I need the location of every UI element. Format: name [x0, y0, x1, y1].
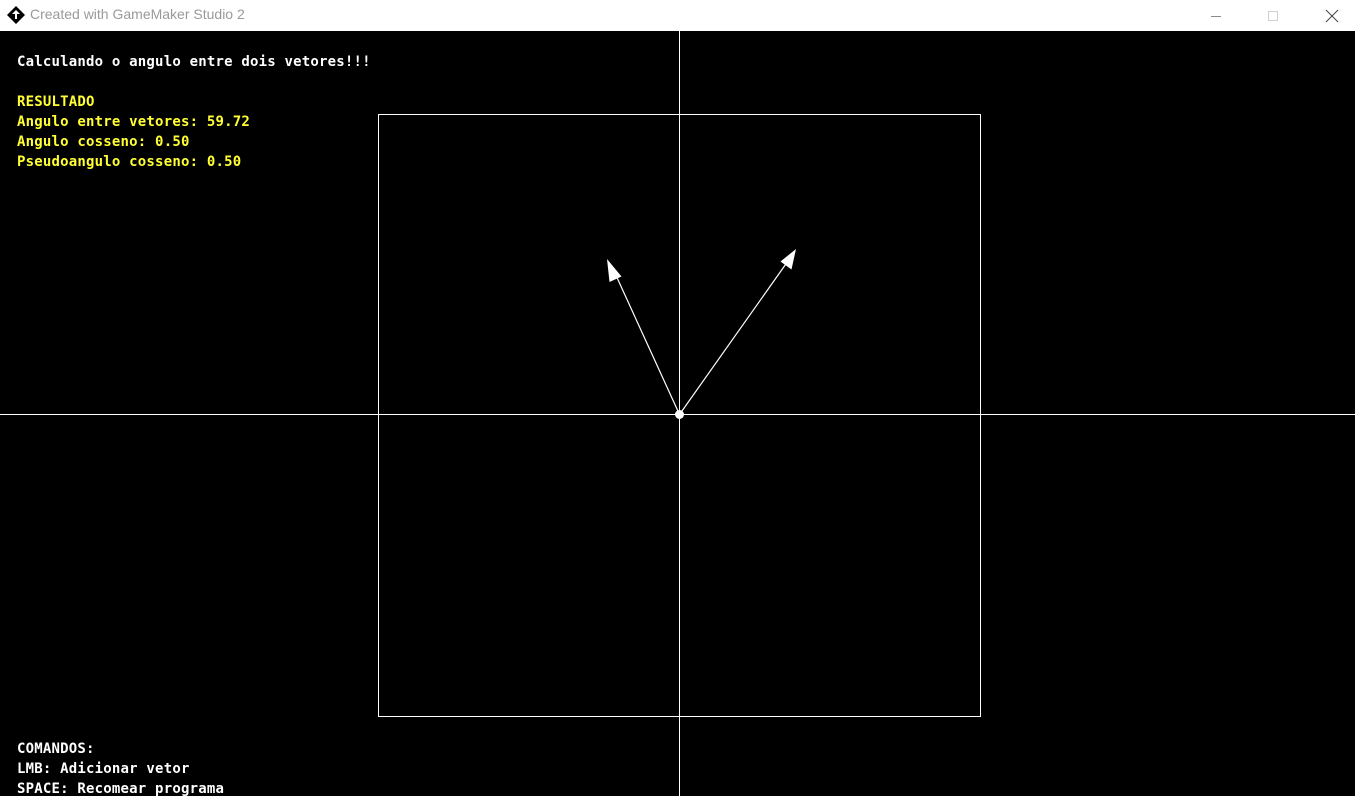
- commands-title: COMANDOS:: [17, 741, 95, 757]
- close-icon: [1325, 9, 1339, 23]
- heading-text: Calculando o angulo entre dois vetores!!…: [17, 54, 371, 70]
- origin-point: [675, 410, 684, 419]
- game-window: Created with GameMaker Studio 2 Calculan…: [0, 0, 1355, 796]
- maximize-button[interactable]: [1250, 0, 1296, 31]
- close-button[interactable]: [1309, 0, 1355, 31]
- command-lmb: LMB: Adicionar vetor: [17, 761, 190, 777]
- gamemaker-icon: [6, 5, 26, 25]
- title-bar[interactable]: Created with GameMaker Studio 2: [0, 0, 1355, 31]
- command-space: SPACE: Recomear programa: [17, 781, 225, 796]
- vector-scene: [0, 31, 1355, 796]
- vector-2-arrowhead: [780, 249, 796, 270]
- vector-1-shaft: [613, 270, 681, 415]
- angle-between-readout: Angulo entre vetores: 59.72: [17, 114, 250, 130]
- maximize-icon: [1267, 10, 1279, 22]
- minimize-button[interactable]: [1193, 0, 1239, 31]
- window-title: Created with GameMaker Studio 2: [30, 6, 245, 22]
- game-canvas[interactable]: Calculando o angulo entre dois vetores!!…: [0, 31, 1355, 796]
- pseudo-cos-readout: Pseudoangulo cosseno: 0.50: [17, 154, 242, 170]
- vector-1-arrowhead: [607, 259, 622, 282]
- vector-2-shaft: [679, 260, 789, 415]
- result-title: RESULTADO: [17, 94, 95, 110]
- cos-angle-readout: Angulo cosseno: 0.50: [17, 134, 190, 150]
- minimize-icon: [1210, 10, 1222, 22]
